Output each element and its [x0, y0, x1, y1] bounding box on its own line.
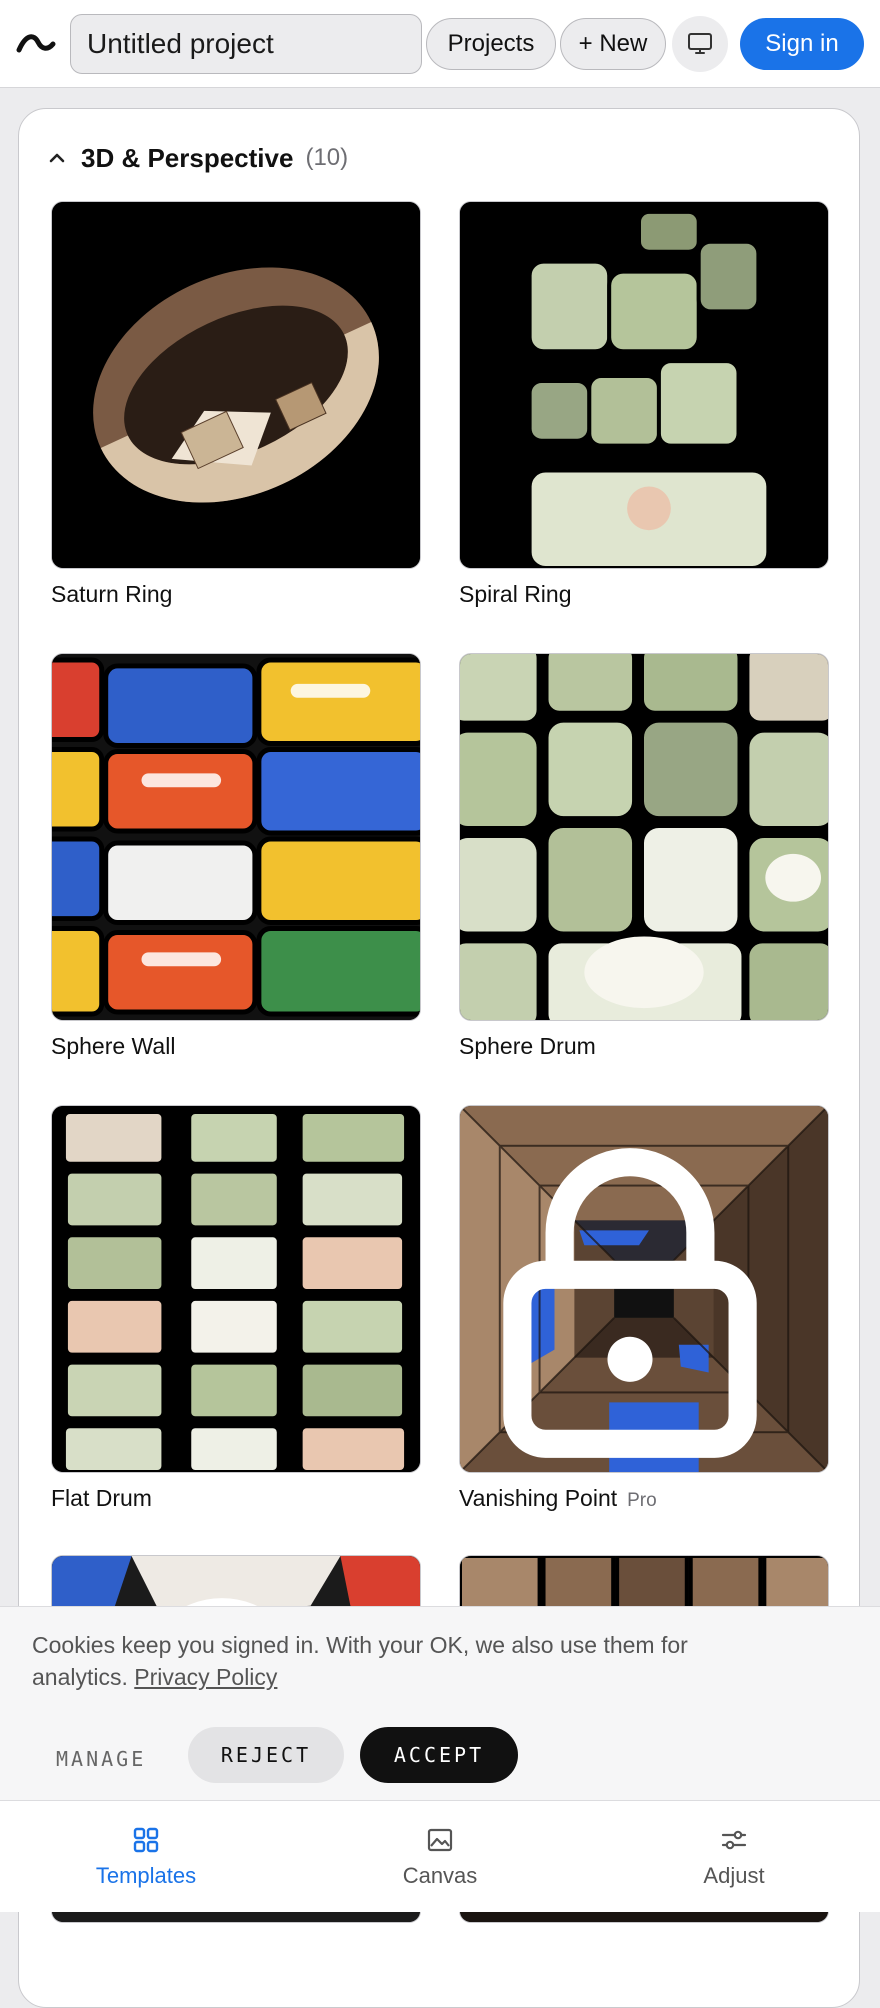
- nav-item-adjust[interactable]: Adjust: [634, 1801, 834, 1913]
- nav-label-adjust: Adjust: [703, 1863, 765, 1888]
- template-label: Vanishing Point Pro: [459, 1485, 657, 1511]
- chevron-up-icon: [49, 153, 65, 163]
- nav-item-templates[interactable]: Templates: [46, 1801, 246, 1913]
- manage-cookies-button[interactable]: MANAGE: [56, 1731, 146, 1787]
- template-card-flat-drum[interactable]: Flat Drum: [51, 1105, 421, 1515]
- section-header-3d-perspective[interactable]: 3D & Perspective (10): [43, 133, 348, 183]
- nav-label-canvas: Canvas: [402, 1863, 478, 1888]
- grid-icon: [133, 1827, 159, 1853]
- saturn-ring-preview: [52, 202, 420, 568]
- template-thumbnail[interactable]: [459, 1105, 829, 1473]
- project-title-input[interactable]: [70, 14, 422, 74]
- pro-badge: Pro: [627, 1490, 657, 1511]
- sliders-icon: [721, 1830, 747, 1850]
- cookie-message: Cookies keep you signed in. With your OK…: [32, 1632, 688, 1690]
- template-label: Sphere Drum: [459, 1033, 596, 1059]
- accept-cookies-button[interactable]: ACCEPT: [360, 1727, 518, 1783]
- sphere-drum-preview: [460, 654, 828, 1020]
- app-logo-icon[interactable]: [16, 28, 56, 58]
- template-card-spiral-ring[interactable]: Spiral Ring: [459, 201, 829, 611]
- image-icon: [427, 1828, 453, 1852]
- sign-in-button[interactable]: Sign in: [740, 18, 864, 70]
- template-card-sphere-drum[interactable]: Sphere Drum: [459, 653, 829, 1063]
- section-count: (10): [305, 144, 349, 171]
- template-thumbnail[interactable]: [51, 1105, 421, 1473]
- template-label: Sphere Wall: [51, 1033, 176, 1059]
- spiral-ring-preview: [460, 202, 828, 568]
- template-thumbnail[interactable]: [51, 201, 421, 569]
- template-thumbnail[interactable]: [459, 201, 829, 569]
- template-card-saturn-ring[interactable]: Saturn Ring: [51, 201, 421, 611]
- nav-label-templates: Templates: [95, 1863, 197, 1888]
- lock-icon: [503, 1148, 757, 1458]
- template-card-vanishing-point[interactable]: Vanishing Point Pro: [459, 1105, 829, 1515]
- reject-cookies-button[interactable]: REJECT: [188, 1727, 344, 1783]
- template-label: Saturn Ring: [51, 581, 173, 607]
- top-header: Projects + New Sign in: [0, 0, 880, 88]
- sphere-wall-preview: [52, 654, 420, 1020]
- template-card-sphere-wall[interactable]: Sphere Wall: [51, 653, 421, 1063]
- template-label: Spiral Ring: [459, 581, 572, 607]
- desktop-view-button[interactable]: [672, 16, 728, 72]
- cookie-banner: Cookies keep you signed in. With your OK…: [0, 1606, 880, 1800]
- privacy-policy-link[interactable]: Privacy Policy: [134, 1664, 277, 1690]
- template-thumbnail[interactable]: [51, 653, 421, 1021]
- monitor-icon: [688, 33, 712, 54]
- template-label: Flat Drum: [51, 1485, 152, 1511]
- template-thumbnail[interactable]: [459, 653, 829, 1021]
- bottom-navigation: Templates Canvas Adjust: [0, 1800, 880, 1912]
- flat-drum-preview: [52, 1106, 420, 1472]
- projects-button[interactable]: Projects: [426, 18, 556, 70]
- nav-item-canvas[interactable]: Canvas: [340, 1801, 540, 1913]
- new-project-button[interactable]: + New: [560, 18, 666, 70]
- section-title: 3D & Perspective: [81, 142, 294, 173]
